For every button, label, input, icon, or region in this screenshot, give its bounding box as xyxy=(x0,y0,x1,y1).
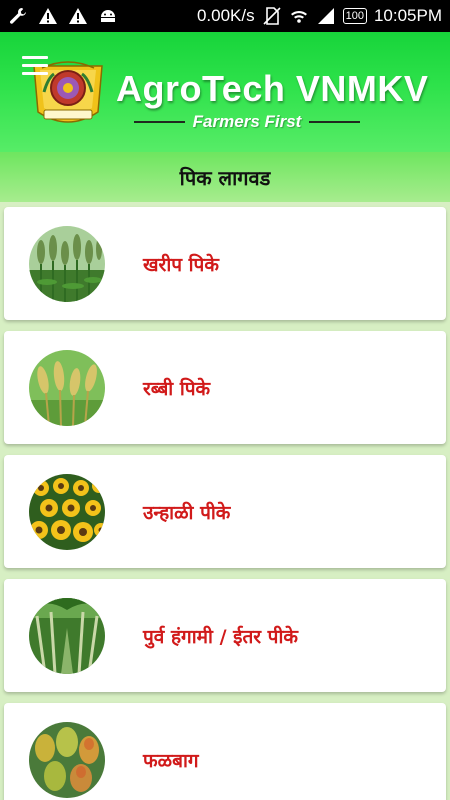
wifi-icon xyxy=(289,6,309,26)
crop-category-list: खरीप पिके रब्बी पिके उन्हाळी पीके पुर्व … xyxy=(4,207,446,800)
clock-time: 10:05PM xyxy=(373,6,442,25)
warning-icon xyxy=(38,6,58,26)
app-title: AgroTech VNMKV xyxy=(116,68,429,109)
list-item-kharif-crops[interactable]: खरीप पिके xyxy=(4,207,446,320)
sunflower-field-image xyxy=(29,473,105,550)
list-item-label: पुर्व हंगामी / ईतर पीके xyxy=(143,625,298,648)
list-item-label: खरीप पिके xyxy=(143,253,219,276)
list-item-label: फळबाग xyxy=(143,749,199,772)
hamburger-menu-icon[interactable] xyxy=(22,56,48,76)
wrench-icon xyxy=(8,6,28,26)
page-title: पिक लागवड xyxy=(179,165,271,190)
tagline-row: Farmers First xyxy=(134,112,361,132)
battery-level: 100 xyxy=(342,8,367,24)
list-item-summer-crops[interactable]: उन्हाळी पीके xyxy=(4,455,446,568)
app-header: AgroTech VNMKV Farmers First xyxy=(0,32,450,152)
warning-icon xyxy=(68,6,88,26)
network-speed: 0.00K/s xyxy=(196,6,255,25)
list-item-orchards[interactable]: फळबाग xyxy=(4,703,446,800)
sugarcane-field-image xyxy=(29,597,105,674)
list-item-pre-seasonal-other-crops[interactable]: पुर्व हंगामी / ईतर पीके xyxy=(4,579,446,692)
tagline-left-rule xyxy=(134,121,185,123)
section-title-bar: पिक लागवड xyxy=(0,152,450,202)
mango-fruits-image xyxy=(29,721,105,798)
status-bar: 0.00K/s 100 10:05PM xyxy=(0,0,450,32)
wheat-ears-image xyxy=(29,349,105,426)
list-item-rabi-crops[interactable]: रब्बी पिके xyxy=(4,331,446,444)
no-sim-icon xyxy=(262,6,282,26)
list-item-label: उन्हाळी पीके xyxy=(143,501,231,524)
android-icon xyxy=(98,6,118,26)
app-tagline: Farmers First xyxy=(192,112,302,131)
signal-icon xyxy=(316,6,336,26)
sorghum-field-image xyxy=(29,225,105,302)
list-item-label: रब्बी पिके xyxy=(143,377,211,400)
tagline-right-rule xyxy=(309,121,361,123)
